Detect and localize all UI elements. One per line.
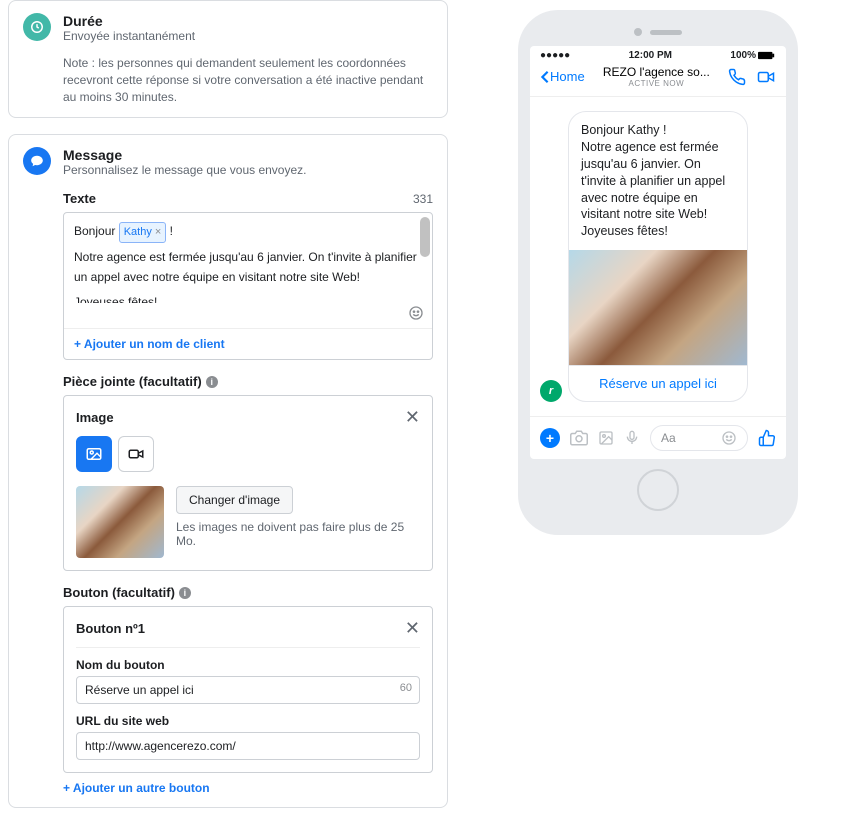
texte-counter: 331 <box>413 192 433 206</box>
chat-title: REZO l'agence so... Active now <box>585 65 728 88</box>
plus-icon[interactable]: + <box>540 428 560 448</box>
status-bar: ●●●●● 12:00 PM 100% <box>530 46 786 61</box>
camera-dot <box>634 28 642 36</box>
composer: + Aa <box>530 416 786 459</box>
emoji-icon[interactable] <box>408 308 424 325</box>
battery-icon <box>758 51 776 60</box>
message-title: Message <box>63 147 306 163</box>
chat-icon <box>23 147 51 175</box>
duree-title: Durée <box>63 13 195 29</box>
message-bubble: Bonjour Kathy ! Notre agence est fermée … <box>568 111 748 402</box>
message-textbox[interactable]: Bonjour Kathy × ! Notre agence est fermé… <box>63 212 433 360</box>
button-section-label: Bouton (facultatif) i <box>63 585 433 600</box>
camera-icon[interactable] <box>570 429 588 447</box>
duree-card: Durée Envoyée instantanément Note : les … <box>8 0 448 118</box>
attachment-label: Pièce jointe (facultatif) i <box>63 374 433 389</box>
signal-icon: ●●●●● <box>540 50 570 61</box>
emoji-icon[interactable] <box>721 430 737 446</box>
thumbs-up-icon[interactable] <box>758 429 776 447</box>
button-url-input[interactable] <box>76 732 420 760</box>
button-name-counter: 60 <box>400 682 412 694</box>
message-card: Message Personnalisez le message que vou… <box>8 134 448 808</box>
bubble-cta-button[interactable]: Réserve un appel ici <box>569 365 747 401</box>
button-name-input[interactable] <box>76 676 420 704</box>
attachment-card: Image ✕ Changer d'imag <box>63 395 433 571</box>
phone-preview: ●●●●● 12:00 PM 100% Home REZO l'agence s… <box>518 10 798 535</box>
video-type-button[interactable] <box>118 436 154 472</box>
speaker-slot <box>650 30 682 35</box>
image-type-button[interactable] <box>76 436 112 472</box>
composer-input[interactable]: Aa <box>650 425 748 451</box>
mic-icon[interactable] <box>624 429 640 447</box>
remove-token-icon[interactable]: × <box>155 223 161 242</box>
button-card: Bouton nº1 ✕ Nom du bouton 60 URL du sit… <box>63 606 433 773</box>
texte-label: Texte 331 <box>63 191 433 206</box>
phone-call-icon[interactable] <box>728 68 746 86</box>
close-button-icon[interactable]: ✕ <box>405 619 420 637</box>
home-back-link[interactable]: Home <box>540 69 585 84</box>
scrollbar[interactable] <box>420 217 430 257</box>
bubble-text: Bonjour Kathy ! Notre agence est fermée … <box>569 112 747 250</box>
chevron-left-icon <box>540 70 550 84</box>
client-name-token[interactable]: Kathy × <box>119 222 167 243</box>
add-another-button-link[interactable]: + Ajouter un autre bouton <box>63 781 433 795</box>
button-name-label: Nom du bouton <box>76 658 420 672</box>
image-thumbnail[interactable] <box>76 486 164 558</box>
close-attachment-icon[interactable]: ✕ <box>405 408 420 426</box>
add-client-name-link[interactable]: + Ajouter un nom de client <box>64 328 432 359</box>
bubble-image <box>569 250 747 365</box>
home-button[interactable] <box>637 469 679 511</box>
duree-note: Note : les personnes qui demandent seule… <box>63 55 433 105</box>
info-icon[interactable]: i <box>179 587 191 599</box>
gallery-icon[interactable] <box>598 430 614 446</box>
status-time: 12:00 PM <box>629 50 672 61</box>
duree-subtitle: Envoyée instantanément <box>63 29 195 43</box>
sender-avatar: r <box>540 380 562 402</box>
message-subtitle: Personnalisez le message que vous envoye… <box>63 163 306 177</box>
image-size-hint: Les images ne doivent pas faire plus de … <box>176 520 420 548</box>
button-url-label: URL du site web <box>76 714 420 728</box>
button-number-label: Bouton nº1 <box>76 621 145 636</box>
image-label: Image <box>76 410 114 425</box>
info-icon[interactable]: i <box>206 376 218 388</box>
video-call-icon[interactable] <box>756 68 776 86</box>
clock-icon <box>23 13 51 41</box>
change-image-button[interactable]: Changer d'image <box>176 486 293 514</box>
